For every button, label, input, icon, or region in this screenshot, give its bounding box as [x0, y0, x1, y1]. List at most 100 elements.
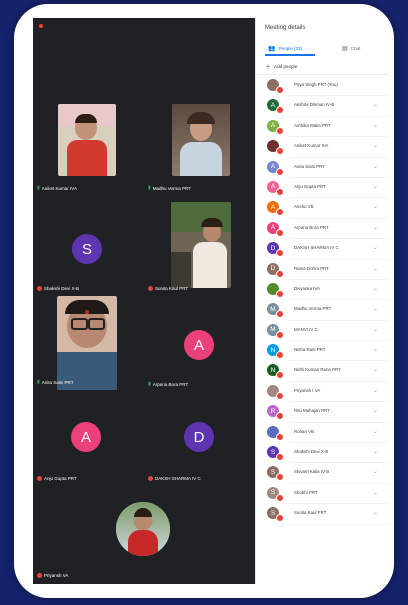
chevron-down-icon[interactable]: ⌄ — [373, 468, 378, 475]
participant-row[interactable]: A Anshu VB ⌄ — [256, 198, 388, 219]
video-grid: ▮ Aniket Kumar IVA ▮ Madhu Verma PRT S S… — [33, 18, 255, 584]
chevron-down-icon[interactable]: ⌄ — [373, 142, 378, 149]
participant-row[interactable]: A Ambika Walia PRT ⌄ — [256, 117, 388, 138]
participant-row[interactable]: A Anju Gupta PRT ⌄ — [256, 178, 388, 199]
participant-row[interactable]: S Shakshi Devi X-B ⌄ — [256, 443, 388, 464]
video-tile-6[interactable]: A ▮ Arpana Bora PRT — [144, 298, 255, 390]
mic-off-icon — [276, 167, 284, 176]
chevron-down-icon[interactable]: ⌄ — [373, 305, 378, 312]
chevron-down-icon[interactable]: ⌄ — [373, 489, 378, 496]
chevron-down-icon[interactable]: ⌄ — [373, 224, 378, 231]
tile-name: Shakshi Devi X-B — [44, 286, 80, 291]
participant-row[interactable]: N Nisha Rani PRT ⌄ — [256, 341, 388, 362]
tile-name: Priyansh VA — [44, 573, 69, 578]
participant-row[interactable]: S Sunita Kaul PRT ⌄ — [256, 504, 388, 525]
divider — [256, 74, 388, 75]
chevron-down-icon[interactable]: ⌄ — [373, 509, 378, 516]
participant-row[interactable]: A Akshita Dhiman IV-B ⌄ — [256, 96, 388, 117]
mic-off-icon — [276, 432, 284, 441]
mic-off-icon — [276, 289, 284, 298]
participant-row[interactable]: Priya Singh PRT (You) — [256, 76, 388, 97]
participant-name: Shakshi Devi X-B — [294, 449, 329, 455]
participant-row[interactable]: S Shivam Kalia IV-B ⌄ — [256, 463, 388, 484]
participant-name: DAKSH SHARMA IV C — [294, 245, 339, 251]
participant-name: Ambika Walia PRT — [294, 122, 331, 128]
participant-row[interactable]: Rohan VB ⌄ — [256, 423, 388, 444]
chevron-down-icon[interactable]: ⌄ — [373, 285, 378, 292]
participant-row[interactable]: A Arpana Bora PRT ⌄ — [256, 219, 388, 240]
tile-name: Anita Saini PRT — [41, 379, 74, 385]
participant-name: Priyansh I VA — [294, 387, 321, 393]
video-tile-4[interactable]: Sunita Kaul PRT — [144, 202, 255, 294]
avatar: A — [71, 422, 101, 452]
row-divider — [289, 523, 388, 525]
participant-name: Akshita Dhiman IV-B — [294, 102, 335, 108]
panel-title: Meeting details — [265, 25, 306, 31]
participant-row[interactable]: Divyanka IVA ⌄ — [256, 280, 388, 301]
participant-name: Shivam Kalia IV-B — [294, 469, 330, 475]
video-tile-5[interactable]: ▮ Anita Saini PRT — [33, 296, 144, 390]
participant-name: Anshu VB — [294, 204, 314, 210]
video-tile-8[interactable]: D DAKSH SHARMA IV C — [144, 392, 255, 484]
chevron-down-icon[interactable]: ⌄ — [373, 407, 378, 414]
participant-row[interactable]: M Madhu Verma PRT ⌄ — [256, 300, 388, 321]
add-person-icon: ＋ — [265, 65, 272, 71]
chevron-down-icon[interactable]: ⌄ — [373, 326, 378, 333]
participant-row[interactable]: D Rama Dohra PRT ⌄ — [256, 260, 388, 280]
video-tile-7[interactable]: A Anju Gupta PRT — [33, 392, 144, 484]
tile-name: Madhu Verma PRT — [152, 185, 191, 191]
mic-off-icon — [37, 573, 42, 578]
video-tile-3[interactable]: S Shakshi Devi X-B — [33, 202, 144, 294]
mic-off-icon — [276, 310, 284, 319]
chevron-down-icon[interactable]: ⌄ — [373, 428, 378, 435]
participant-row[interactable]: Priyansh I VA ⌄ — [256, 382, 388, 403]
participant-row[interactable]: Aniket Kumar IVA ⌄ — [256, 137, 388, 158]
mic-off-icon — [276, 208, 284, 217]
chevron-down-icon[interactable]: ⌄ — [373, 265, 378, 272]
participant-name: MANVI IV C — [294, 326, 318, 332]
video-tile-9[interactable]: Priyansh VA — [33, 486, 255, 584]
participant-row[interactable]: N Nidhi Kumari Rana PRT ⌄ — [256, 361, 388, 382]
participant-row[interactable]: D DAKSH SHARMA IV C ⌄ — [256, 239, 388, 260]
participant-name: Priya Singh PRT (You) — [294, 82, 338, 87]
chevron-down-icon[interactable]: ⌄ — [373, 122, 378, 129]
add-people-button[interactable]: ＋ Add people — [265, 62, 297, 71]
chat-icon: ▤ — [342, 45, 348, 52]
mic-off-icon — [276, 514, 284, 523]
mic-off-icon — [276, 187, 284, 196]
mic-on-icon: ▮ — [148, 185, 151, 191]
participant-row[interactable]: S Shobhi PRT ⌄ — [256, 484, 388, 505]
tile-name: Sunita Kaul PRT — [155, 286, 189, 291]
mic-on-icon: ▮ — [148, 381, 151, 387]
tab-chat[interactable]: ▤ Chat — [342, 41, 360, 55]
chevron-down-icon[interactable]: ⌄ — [373, 183, 378, 190]
participant-row[interactable]: R Ritu Mahajan PRT ⌄ — [256, 402, 388, 423]
chevron-down-icon[interactable]: ⌄ — [373, 366, 378, 373]
participant-name: Rohan VB — [294, 428, 315, 434]
participant-video — [57, 296, 117, 390]
participant-row[interactable]: A Anita Saini PRT ⌄ — [256, 158, 388, 178]
mic-off-icon — [276, 453, 284, 462]
chevron-down-icon[interactable]: ⌄ — [373, 448, 378, 455]
tile-name: Aniket Kumar IVA — [41, 185, 77, 191]
video-tile-2[interactable]: ▮ Madhu Verma PRT — [144, 102, 255, 194]
avatar: D — [184, 422, 214, 452]
chevron-down-icon[interactable]: ⌄ — [373, 346, 378, 353]
mic-off-icon — [276, 147, 284, 156]
chevron-down-icon[interactable]: ⌄ — [373, 101, 378, 108]
mic-off-icon — [276, 412, 284, 421]
chevron-down-icon[interactable]: ⌄ — [373, 244, 378, 251]
chevron-down-icon[interactable]: ⌄ — [373, 203, 378, 210]
mic-off-icon — [276, 269, 284, 278]
mic-off-icon — [276, 86, 284, 94]
chevron-down-icon[interactable]: ⌄ — [373, 387, 378, 394]
panel-tabs: 👥 People (23) ▤ Chat — [256, 41, 388, 56]
tile-name: DAKSH SHARMA IV C — [155, 476, 201, 481]
participant-row[interactable]: M MANVI IV C ⌄ — [256, 321, 388, 342]
tab-people[interactable]: 👥 People (23) — [268, 41, 302, 55]
participant-video — [171, 202, 231, 288]
chevron-down-icon[interactable]: ⌄ — [373, 163, 378, 170]
mic-off-icon — [276, 493, 284, 502]
video-tile-1[interactable]: ▮ Aniket Kumar IVA — [33, 102, 144, 194]
participant-name: Ritu Mahajan PRT — [294, 408, 330, 414]
